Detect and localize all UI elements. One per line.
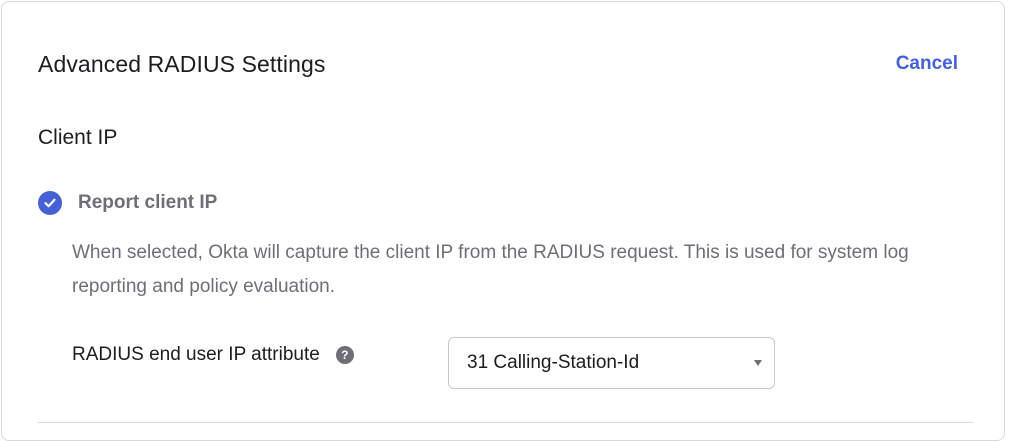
section-title-client-ip: Client IP bbox=[38, 126, 118, 149]
caret-down-icon bbox=[754, 360, 762, 366]
report-client-ip-help-text: When selected, Okta will capture the cli… bbox=[72, 242, 909, 297]
ip-attribute-field-label: RADIUS end user IP attribute ? bbox=[72, 341, 354, 369]
ip-attribute-select[interactable]: 31 Calling-Station-Id bbox=[448, 337, 775, 389]
report-client-ip-label: Report client IP bbox=[78, 192, 218, 213]
report-client-ip-checkbox[interactable]: Report client IP bbox=[38, 189, 217, 217]
ip-attribute-label: RADIUS end user IP attribute bbox=[72, 344, 320, 365]
ip-attribute-selected-value: 31 Calling-Station-Id bbox=[467, 352, 640, 373]
panel-header: Advanced RADIUS Settings Cancel bbox=[38, 49, 958, 79]
advanced-radius-settings-panel: Advanced RADIUS Settings Cancel Client I… bbox=[1, 1, 1005, 441]
panel-title: Advanced RADIUS Settings bbox=[38, 51, 326, 77]
section-divider bbox=[38, 422, 973, 423]
cancel-link[interactable]: Cancel bbox=[896, 49, 958, 79]
check-circle-icon[interactable] bbox=[38, 191, 62, 215]
question-mark-icon[interactable]: ? bbox=[335, 346, 354, 364]
